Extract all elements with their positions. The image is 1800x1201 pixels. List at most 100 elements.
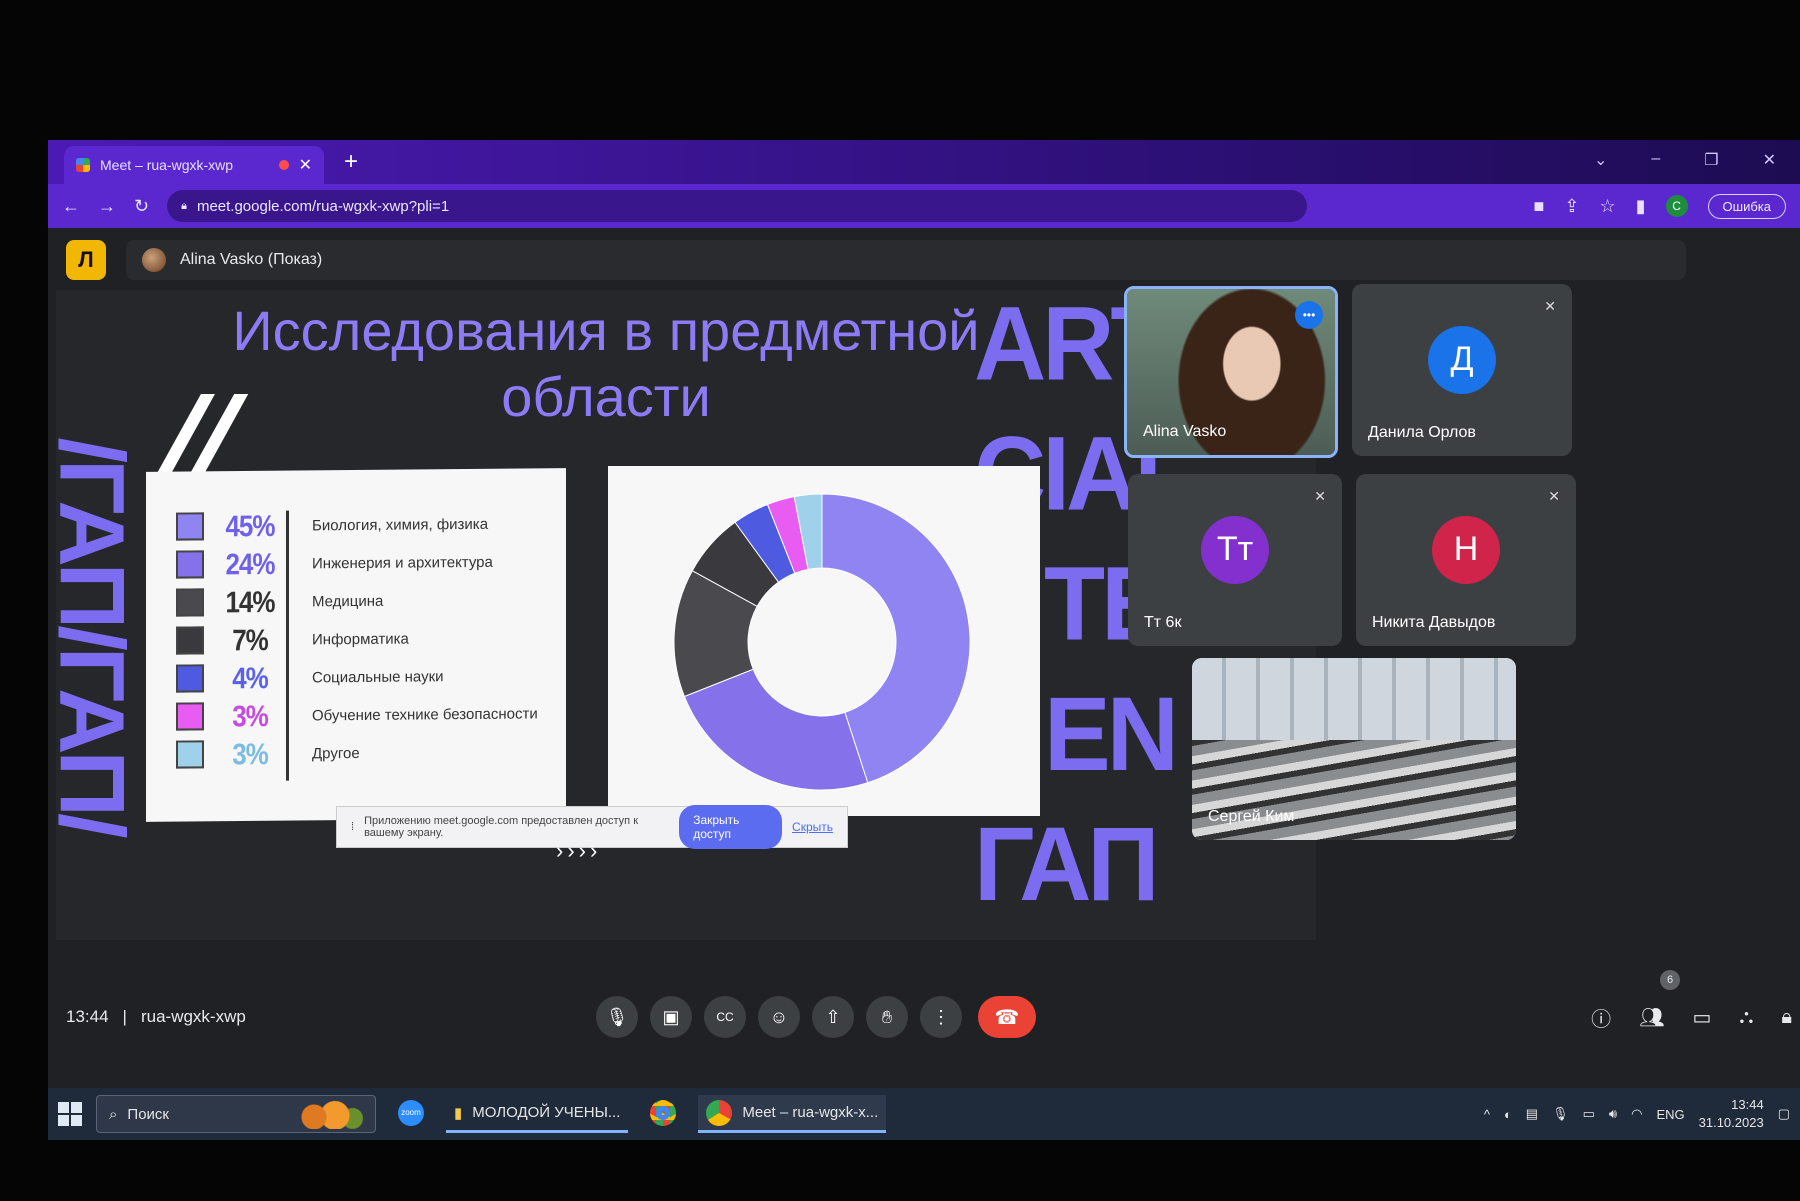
share-notice-text: Приложению meet.google.com предоставлен … [364, 815, 639, 839]
taskbar-chrome[interactable] [642, 1095, 684, 1133]
separator: | [122, 1007, 127, 1026]
screen: Meet – rua-wgxk-xwp ✕ + ⌄ – ❐ ✕ ← → ↻ 🔒︎… [48, 140, 1800, 1140]
taskbar-search[interactable]: ⌕ Поиск [96, 1095, 376, 1133]
legend-percent: 7% [232, 621, 268, 657]
muted-mic-icon: ✕ [1548, 488, 1560, 504]
presenter-name: Alina Vasko (Показ) [180, 251, 323, 268]
taskbar-folder[interactable]: ▮ МОЛОДОЙ УЧЕНЫ... [446, 1095, 629, 1133]
stop-sharing-button[interactable]: Закрыть доступ [679, 805, 783, 849]
activities-icon[interactable]: ⛬ [1739, 1006, 1753, 1029]
language-indicator[interactable]: ENG [1656, 1107, 1684, 1122]
donut-chart-card [608, 466, 1040, 816]
meet-favicon-icon [76, 158, 90, 172]
legend-swatch [176, 740, 204, 769]
browser-tab[interactable]: Meet – rua-wgxk-xwp ✕ [64, 146, 324, 184]
captions-button[interactable]: CC [704, 996, 746, 1038]
legend-percent: 3% [232, 735, 268, 771]
meeting-code: rua-wgxk-xwp [140, 1007, 246, 1026]
chat-icon[interactable]: ▭ [1692, 1005, 1711, 1030]
tray-app-icon[interactable]: ◐ [1504, 1107, 1512, 1122]
camera-button[interactable]: ▣ [650, 996, 692, 1038]
maximize-icon[interactable]: ❐ [1704, 150, 1718, 170]
url-field[interactable]: 🔒︎ meet.google.com/rua-wgxk-xwp?pli=1 [167, 190, 1308, 222]
more-options-button[interactable]: ⋮ [920, 996, 962, 1038]
forward-icon[interactable]: → [98, 196, 116, 217]
legend-item: 14% Медицина [176, 580, 556, 621]
legend-swatch [176, 702, 204, 731]
legend-label: Социальные науки [312, 667, 444, 686]
presenter-avatar [142, 248, 166, 272]
emoji-button[interactable]: ☺ [758, 996, 800, 1038]
tray-mic-icon[interactable]: 🎙︎ [1552, 1106, 1569, 1122]
host-controls-icon[interactable]: 🔒︎ [1781, 1006, 1792, 1029]
system-tray: ^ ◐ ▤ 🎙︎ ▭ 🔊︎ ◠ ENG 13:44 31.10.2023 ▢ [1484, 1096, 1790, 1132]
slide-side-text: /ΓΑΠ/ΓΑΠ/ [56, 437, 143, 835]
meet-topbar: Л Alina Vasko (Показ) [48, 228, 1800, 292]
clock-time: 13:44 [1731, 1097, 1764, 1112]
participant-name: Тт 6к [1144, 614, 1182, 631]
bookmark-star-icon[interactable]: ☆ [1600, 196, 1616, 217]
folder-icon: ▮ [454, 1104, 463, 1122]
presenter-banner: Alina Vasko (Показ) [126, 240, 1686, 280]
address-bar: ← → ↻ 🔒︎ meet.google.com/rua-wgxk-xwp?pl… [48, 184, 1800, 228]
tab-search-icon[interactable]: ⌄ [1594, 150, 1607, 170]
volume-icon[interactable]: 🔊︎ [1609, 1106, 1617, 1122]
windows-start-icon[interactable] [58, 1102, 82, 1126]
taskbar-clock[interactable]: 13:44 31.10.2023 [1699, 1096, 1764, 1132]
legend-label: Обучение технике безопасности [312, 704, 538, 724]
legend-item: 4% Социальные науки [176, 656, 556, 697]
participant-tile-sergey[interactable]: Сергей Ким [1192, 658, 1516, 840]
call-controls: 🎙︎ ▣ CC ☺ ⇧ ✋︎ ⋮ ☎︎ [596, 988, 1036, 1046]
taskbar-app-label: Meet – rua-wgxk-x... [742, 1104, 879, 1121]
participant-tile-danila[interactable]: ✕ Д Данила Орлов [1352, 284, 1572, 456]
speaking-indicator-icon: ••• [1295, 301, 1323, 329]
meeting-time: 13:44 [66, 1007, 109, 1026]
legend-label: Инженерия и архитектура [312, 553, 493, 572]
info-icon[interactable]: ⓘ [1591, 1003, 1611, 1032]
leave-call-button[interactable]: ☎︎ [978, 996, 1036, 1038]
tray-chevron-icon[interactable]: ^ [1484, 1107, 1490, 1122]
tab-close-button[interactable]: ✕ [299, 155, 312, 175]
legend-percent: 24% [225, 545, 275, 581]
pumpkin-decoration [293, 1099, 363, 1129]
side-panel-icon[interactable]: ▮ [1636, 196, 1646, 217]
taskbar-meet[interactable]: Meet – rua-wgxk-x... [698, 1095, 887, 1133]
legend-percent: 3% [232, 697, 268, 733]
participant-initial: Тт [1201, 515, 1269, 584]
wifi-icon[interactable]: ◠ [1631, 1106, 1642, 1122]
lock-icon: 🔒︎ [181, 199, 187, 212]
minimize-icon[interactable]: – [1651, 150, 1660, 170]
people-icon[interactable]: 👥︎ [1639, 1005, 1664, 1030]
participant-tile-tt[interactable]: ✕ Тт Тт 6к [1128, 474, 1342, 646]
reload-icon[interactable]: ↻ [134, 196, 149, 217]
legend-item: 7% Информатика [176, 618, 556, 659]
legend-label: Другое [312, 744, 360, 762]
error-button[interactable]: Ошибка [1707, 193, 1786, 219]
new-tab-button[interactable]: + [344, 148, 358, 176]
tray-app-icon[interactable]: ▤ [1526, 1106, 1538, 1122]
share-icon[interactable]: ⇪ [1564, 196, 1579, 217]
back-icon[interactable]: ← [62, 196, 80, 217]
profile-avatar[interactable]: C [1665, 195, 1688, 217]
notifications-icon[interactable]: ▢ [1778, 1106, 1790, 1122]
taskbar-zoom[interactable]: zoom [390, 1095, 432, 1133]
present-button[interactable]: ⇧ [812, 996, 854, 1038]
close-window-icon[interactable]: ✕ [1763, 150, 1776, 170]
participant-tile-nikita[interactable]: ✕ Н Никита Давыдов [1356, 474, 1576, 646]
legend-swatch [176, 588, 204, 617]
raise-hand-button[interactable]: ✋︎ [866, 996, 908, 1038]
url-text: meet.google.com/rua-wgxk-xwp?pli=1 [196, 197, 450, 215]
microphone-button[interactable]: 🎙︎ [596, 996, 638, 1038]
donut-slice [683, 668, 869, 791]
camera-icon[interactable]: ■ [1534, 196, 1545, 217]
legend-item: 45% Биология, химия, физика [176, 504, 556, 545]
battery-icon[interactable]: ▭ [1583, 1106, 1595, 1122]
participant-tile-alina[interactable]: ••• Alina Vasko [1124, 286, 1338, 458]
legend-percent: 45% [225, 507, 275, 543]
hide-notice-link[interactable]: Скрыть [792, 820, 833, 834]
participants-count-badge: 6 [1660, 970, 1680, 990]
recording-dot-icon [278, 160, 289, 170]
drag-handle-icon[interactable]: ⁞ [351, 821, 354, 833]
tab-title: Meet – rua-wgxk-xwp [100, 157, 234, 173]
meet-bottom-bar: 13:44 | rua-wgxk-xwp 🎙︎ ▣ CC ☺ ⇧ ✋︎ ⋮ ☎︎… [48, 970, 1800, 1046]
